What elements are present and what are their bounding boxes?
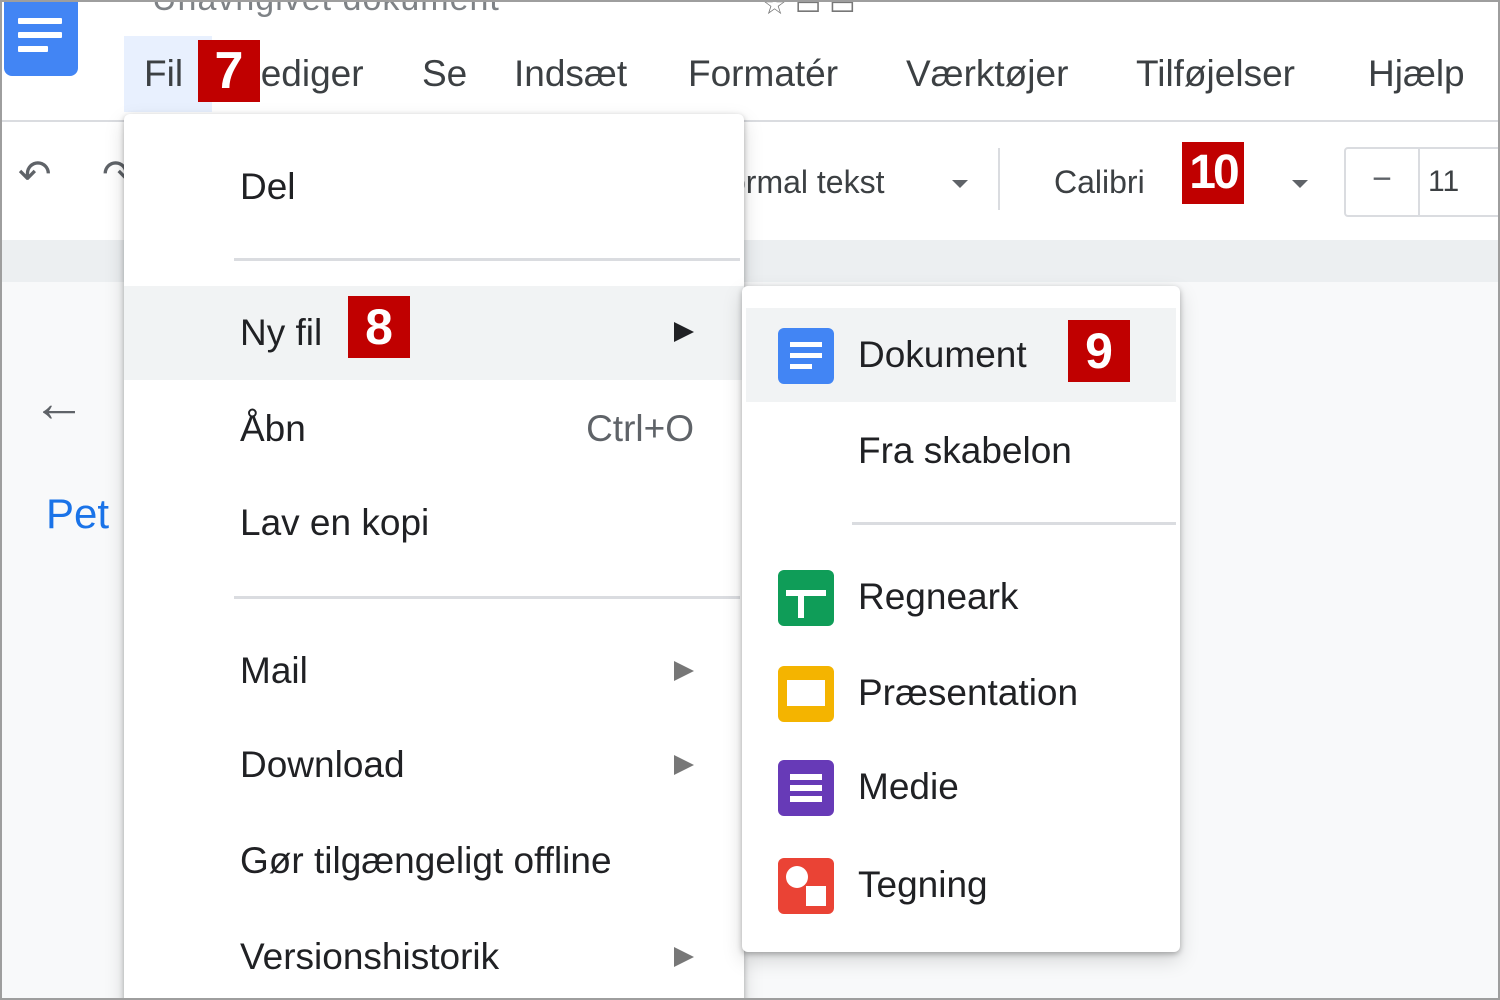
font-select[interactable]: Calibri	[1054, 164, 1145, 201]
menu-item-label: Gør tilgængeligt offline	[240, 840, 612, 881]
menu-item-label: Lav en kopi	[240, 502, 430, 543]
font-size-input[interactable]: 11	[1428, 149, 1459, 215]
docs-logo-icon[interactable]	[4, 2, 78, 76]
toolbar-separator	[998, 148, 1000, 210]
forms-icon	[778, 760, 834, 816]
menu-tilfoejelser[interactable]: Tilføjelser	[1136, 36, 1295, 112]
menu-formater[interactable]: Formatér	[688, 36, 838, 112]
menu-indsaet[interactable]: Indsæt	[514, 36, 627, 112]
font-size-control: − 11	[1344, 147, 1498, 217]
submenu-arrow-icon	[674, 947, 694, 967]
file-menu-item-versionshistorik[interactable]: Versionshistorik	[124, 910, 744, 998]
menu-separator	[234, 596, 740, 599]
menu-separator	[852, 522, 1176, 525]
file-menu-item-aabn[interactable]: Åbn Ctrl+O	[124, 382, 744, 476]
menu-hjaelp[interactable]: Hjælp	[1368, 36, 1465, 112]
menu-item-label: Download	[240, 744, 405, 785]
font-caret-icon[interactable]	[1292, 180, 1308, 188]
submenu-item-label: Medie	[858, 766, 959, 807]
title-star-icon[interactable]: ☆ ▭ ▭	[762, 2, 856, 21]
submenu-item-praesentation[interactable]: Præsentation	[742, 646, 1180, 740]
step-badge-9: 9	[1068, 320, 1130, 382]
sheets-icon	[778, 570, 834, 626]
file-menu-item-offline[interactable]: Gør tilgængeligt offline	[124, 814, 744, 908]
menu-se[interactable]: Se	[422, 36, 467, 112]
submenu-arrow-icon	[674, 322, 694, 342]
style-caret-icon[interactable]	[952, 180, 968, 188]
submenu-item-label: Regneark	[858, 576, 1019, 617]
screenshot-frame: Unavngivet dokument ☆ ▭ ▭ Fil Rediger Se…	[0, 0, 1500, 1000]
style-select[interactable]: ormal tekst	[728, 164, 884, 201]
submenu-item-fra-skabelon[interactable]: Fra skabelon	[742, 404, 1180, 498]
step-badge-8: 8	[348, 296, 410, 358]
menu-item-label: Mail	[240, 650, 308, 691]
submenu-item-regneark[interactable]: Regneark	[742, 550, 1180, 644]
menu-vaerktoejer[interactable]: Værktøjer	[906, 36, 1068, 112]
submenu-item-label: Tegning	[858, 864, 988, 905]
new-file-submenu: Dokument Fra skabelon Regneark Præsentat…	[742, 286, 1180, 952]
back-arrow-icon[interactable]: ←	[32, 372, 86, 434]
submenu-item-label: Præsentation	[858, 672, 1079, 713]
file-menu-item-lav-en-kopi[interactable]: Lav en kopi	[124, 476, 744, 570]
menu-item-label: Ny fil	[240, 312, 323, 353]
undo-icon[interactable]: ↶	[18, 152, 52, 198]
submenu-item-medie[interactable]: Medie	[742, 740, 1180, 834]
submenu-item-tegning[interactable]: Tegning	[742, 838, 1180, 932]
menu-item-label: Åbn	[240, 408, 306, 449]
submenu-item-label: Fra skabelon	[858, 430, 1072, 471]
submenu-arrow-icon	[674, 755, 694, 775]
drawings-icon	[778, 858, 834, 914]
document-title[interactable]: Unavngivet dokument	[152, 2, 500, 19]
shortcut-label: Ctrl+O	[586, 408, 694, 449]
docs-icon	[778, 328, 834, 384]
menu-separator	[234, 258, 740, 261]
submenu-arrow-icon	[674, 661, 694, 681]
file-menu-item-ny-fil[interactable]: Ny fil	[124, 286, 744, 380]
file-menu-item-download[interactable]: Download	[124, 718, 744, 812]
font-size-decrease-button[interactable]: −	[1346, 149, 1420, 215]
file-menu-item-mail[interactable]: Mail	[124, 624, 744, 718]
outline-heading[interactable]: Pet	[46, 490, 109, 538]
menu-item-label: Versionshistorik	[240, 936, 500, 977]
step-badge-7: 7	[198, 40, 260, 102]
submenu-item-label: Dokument	[858, 334, 1027, 375]
file-menu-item-del[interactable]: Del	[124, 140, 744, 234]
file-menu-dropdown: Del Ny fil Åbn Ctrl+O Lav en kopi Mail D…	[124, 114, 744, 998]
menu-item-label: Del	[240, 166, 296, 207]
step-badge-10: 10	[1182, 142, 1244, 204]
slides-icon	[778, 666, 834, 722]
